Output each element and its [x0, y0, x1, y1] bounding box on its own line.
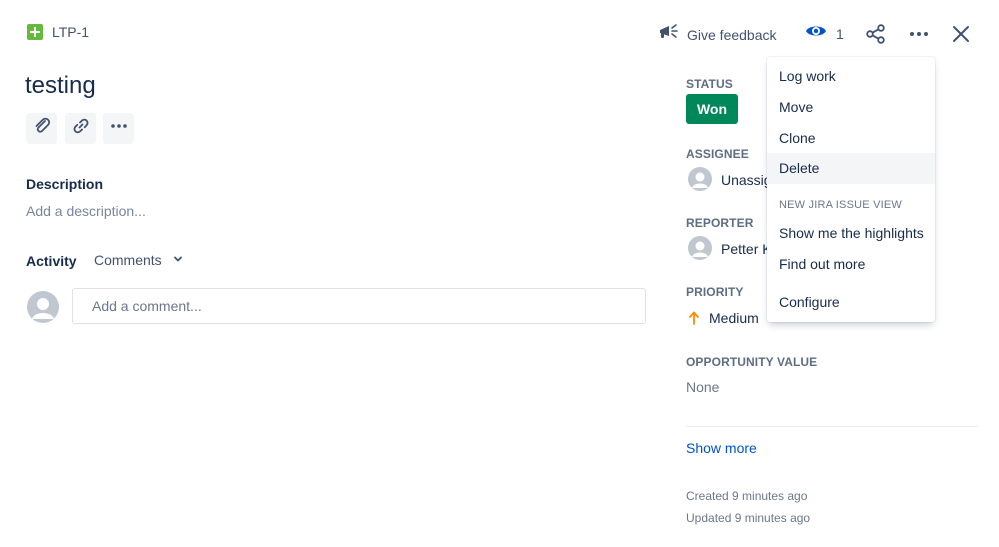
menu-item-configure[interactable]: Configure — [767, 287, 935, 318]
menu-section-heading: NEW JIRA ISSUE VIEW — [779, 199, 902, 211]
reporter-value[interactable]: Petter K — [721, 241, 772, 257]
created-timestamp: Created 9 minutes ago — [686, 489, 808, 503]
issue-title[interactable]: testing — [25, 72, 96, 100]
menu-item-find-out-more[interactable]: Find out more — [767, 249, 935, 280]
watch-count: 1 — [836, 25, 844, 42]
priority-label: PRIORITY — [686, 285, 744, 299]
assignee-value[interactable]: Unassig — [721, 172, 772, 188]
comment-input[interactable] — [72, 288, 646, 324]
status-label: STATUS — [686, 77, 733, 91]
menu-item-move[interactable]: Move — [767, 92, 935, 123]
close-icon — [950, 26, 972, 50]
eye-icon — [805, 22, 827, 45]
reporter-avatar — [688, 236, 712, 260]
activity-heading: Activity — [26, 253, 77, 269]
divider — [686, 426, 978, 427]
menu-item-log-work[interactable]: Log work — [767, 61, 935, 92]
menu-item-show-highlights[interactable]: Show me the highlights — [767, 218, 935, 249]
opportunity-value[interactable]: None — [686, 379, 719, 395]
description-placeholder[interactable]: Add a description... — [26, 203, 146, 219]
chevron-down-icon — [172, 252, 184, 268]
issue-key[interactable]: LTP-1 — [52, 24, 89, 40]
opportunity-value-label: OPPORTUNITY VALUE — [686, 355, 818, 369]
ellipsis-icon — [907, 32, 931, 50]
paperclip-icon — [33, 117, 51, 140]
share-button[interactable] — [865, 22, 887, 46]
user-avatar — [27, 291, 59, 323]
close-button[interactable] — [950, 22, 972, 46]
megaphone-icon — [657, 22, 679, 47]
priority-value[interactable]: Medium — [709, 310, 759, 326]
activity-filter-dropdown[interactable]: Comments — [94, 252, 184, 268]
give-feedback-button[interactable]: Give feedback — [657, 22, 777, 47]
status-badge[interactable]: Won — [686, 94, 738, 124]
menu-item-clone[interactable]: Clone — [767, 123, 935, 154]
activity-filter-value: Comments — [94, 252, 162, 268]
menu-item-delete[interactable]: Delete — [767, 153, 935, 184]
issue-key-breadcrumb[interactable]: LTP-1 — [27, 24, 89, 40]
attach-button[interactable] — [26, 113, 57, 144]
more-actions-menu: Log work Move Clone Delete NEW JIRA ISSU… — [767, 57, 935, 322]
link-issue-button[interactable] — [65, 113, 96, 144]
story-icon — [27, 24, 43, 40]
link-icon — [71, 116, 91, 141]
more-actions-button[interactable] — [907, 22, 931, 46]
assignee-label: ASSIGNEE — [686, 147, 749, 161]
share-icon — [865, 24, 887, 50]
watch-button[interactable]: 1 — [805, 22, 844, 45]
give-feedback-label: Give feedback — [687, 26, 777, 43]
priority-medium-arrow-icon — [688, 310, 700, 331]
ellipsis-icon — [109, 116, 129, 141]
show-more-link[interactable]: Show more — [686, 440, 757, 456]
updated-timestamp: Updated 9 minutes ago — [686, 511, 811, 525]
reporter-label: REPORTER — [686, 216, 754, 230]
description-heading: Description — [26, 176, 104, 192]
assignee-avatar — [688, 167, 712, 191]
toolbar-more-button[interactable] — [103, 113, 134, 144]
